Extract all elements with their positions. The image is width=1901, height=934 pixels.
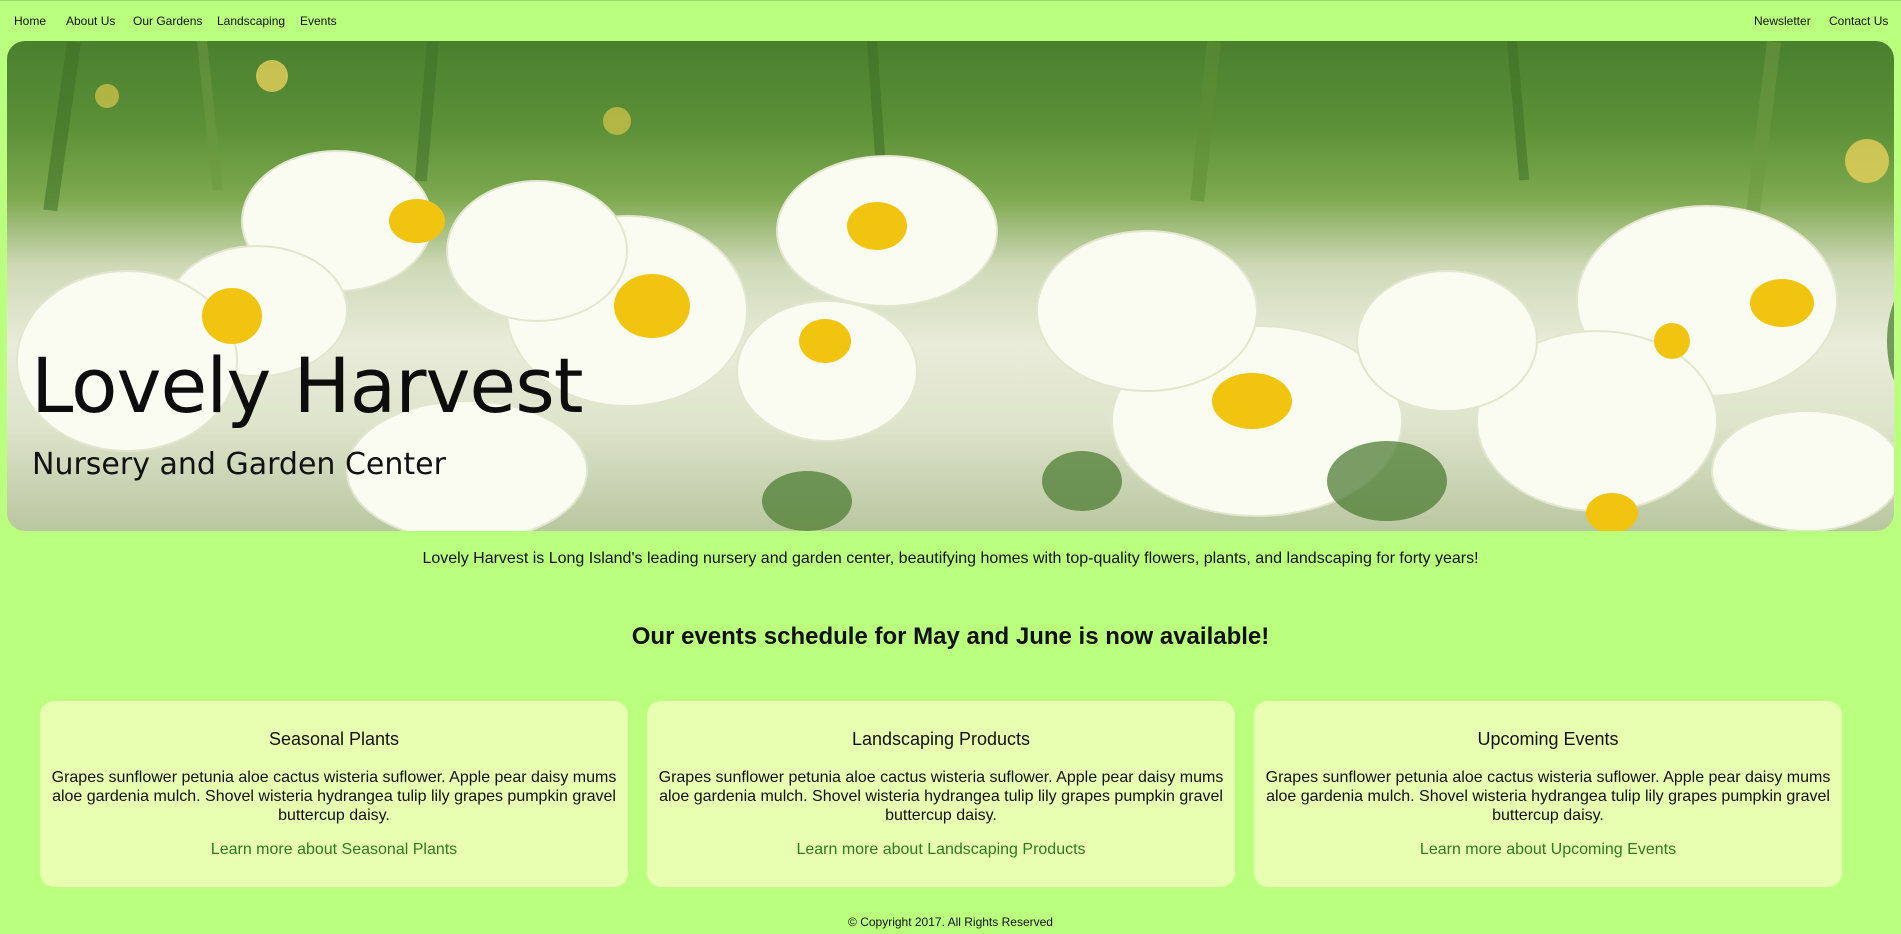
nav-home[interactable]: Home <box>14 14 46 28</box>
card-title: Landscaping Products <box>851 729 1031 749</box>
card-title: Upcoming Events <box>1477 729 1619 749</box>
card-body: Grapes sunflower petunia aloe cactus wis… <box>51 769 617 824</box>
card-link-seasonal-plants[interactable]: Learn more about Seasonal Plants <box>211 841 457 858</box>
card-link-landscaping-products[interactable]: Learn more about Landscaping Products <box>796 841 1085 858</box>
events-headline: Our events schedule for May and June is … <box>631 623 1270 650</box>
footer-copyright: © Copyright 2017. All Rights Reserved <box>848 915 1053 929</box>
nav-landscaping[interactable]: Landscaping <box>217 14 285 28</box>
card-landscaping-products: Landscaping Products Grapes sunflower pe… <box>647 701 1235 887</box>
nav-contact-us[interactable]: Contact Us <box>1829 14 1888 28</box>
main-nav: Home About Us Our Gardens Landscaping Ev… <box>0 0 1901 42</box>
nav-our-gardens[interactable]: Our Gardens <box>133 14 202 28</box>
intro-text: Lovely Harvest is Long Island's leading … <box>422 550 1479 567</box>
nav-newsletter[interactable]: Newsletter <box>1754 14 1811 28</box>
card-title: Seasonal Plants <box>268 729 400 749</box>
card-seasonal-plants: Seasonal Plants Grapes sunflower petunia… <box>40 701 628 887</box>
card-body: Grapes sunflower petunia aloe cactus wis… <box>1265 769 1831 824</box>
nav-about-us[interactable]: About Us <box>66 14 115 28</box>
card-body: Grapes sunflower petunia aloe cactus wis… <box>658 769 1224 824</box>
hero-subtitle: Nursery and Garden Center <box>32 447 446 482</box>
hero-banner: Lovely Harvest Nursery and Garden Center <box>7 41 1894 531</box>
card-link-upcoming-events[interactable]: Learn more about Upcoming Events <box>1420 841 1676 858</box>
nav-events[interactable]: Events <box>300 14 337 28</box>
hero-title: Lovely Harvest <box>31 341 584 430</box>
card-upcoming-events: Upcoming Events Grapes sunflower petunia… <box>1254 701 1842 887</box>
